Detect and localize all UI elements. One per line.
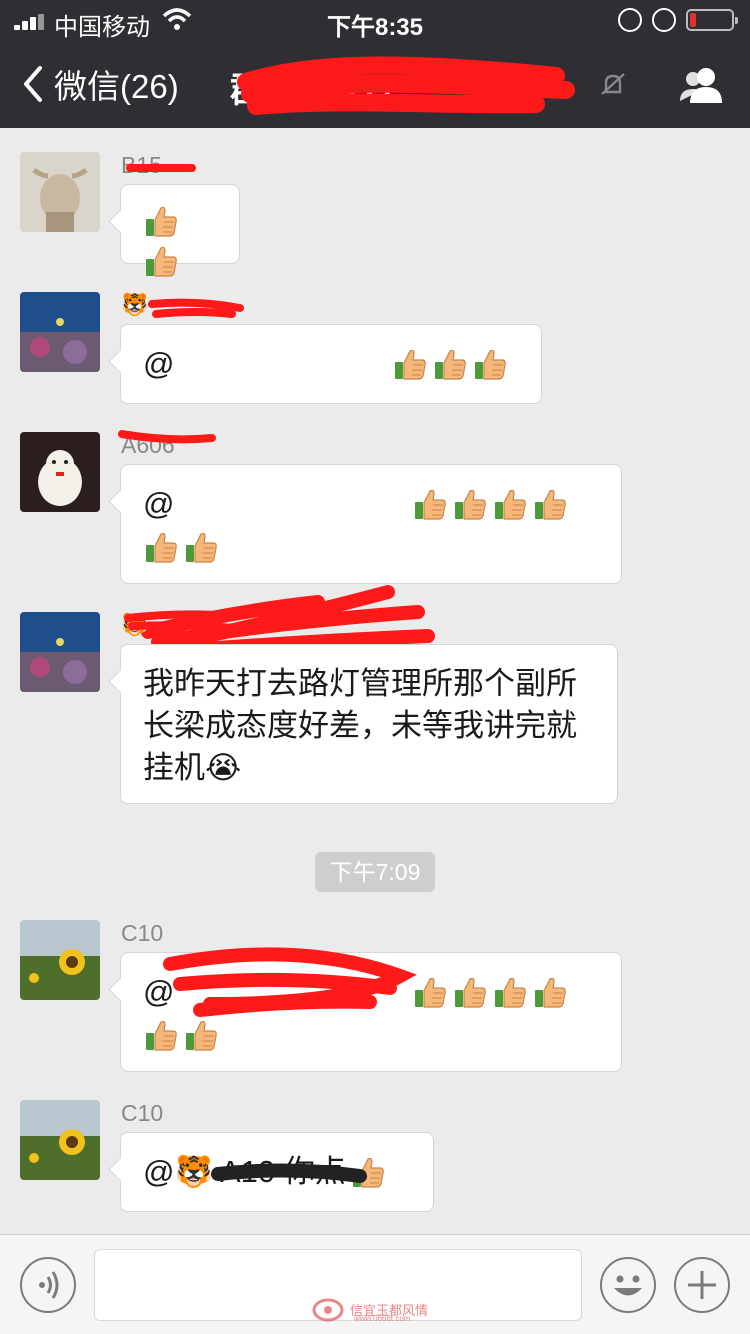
name-redaction (148, 298, 244, 318)
message-text: @ (143, 974, 175, 1009)
message-text: @ (143, 486, 175, 521)
avatar[interactable] (20, 1100, 100, 1180)
thumbs-row: @ (143, 343, 519, 385)
thumbs-up-icon (472, 346, 508, 382)
message-bubble[interactable]: @ (120, 324, 542, 404)
status-bar: 中国移动 下午8:35 (0, 0, 750, 41)
watermark-logo-icon (312, 1298, 344, 1322)
message-bubble[interactable]: 我昨天打去路灯管理所那个副所长梁成态度好差，未等我讲完就挂机😭 (120, 644, 618, 804)
avatar[interactable] (20, 612, 100, 692)
voice-icon (39, 1271, 59, 1299)
orientation-lock-icon (618, 8, 642, 32)
thumbs-up-icon (452, 486, 488, 522)
thumbs-up-icon (412, 974, 448, 1010)
thumbs-up-icon (183, 1017, 219, 1053)
thumbs-up-icon (532, 486, 568, 522)
battery-icon (686, 9, 738, 31)
chat-title: 群聊 (417) (230, 71, 392, 110)
thumbs-row (143, 203, 217, 279)
back-label: 微信(26) (54, 68, 179, 105)
mute-icon (601, 73, 625, 95)
message-text: 我昨天打去路灯管理所那个副所长梁成态度好差，未等我讲完就挂机😭 (143, 666, 577, 785)
thumbs-up-icon (452, 974, 488, 1010)
emoji-button[interactable] (600, 1257, 656, 1313)
timestamp-label: 下午7:09 (315, 852, 435, 892)
thumbs-up-icon (412, 486, 448, 522)
message-bubble[interactable]: @🐯 A10 你点 (120, 1132, 434, 1212)
thumbs-up-icon (143, 529, 179, 565)
thumbs-up-icon (492, 974, 528, 1010)
tiger-emoji-icon: 🐯 (121, 292, 149, 317)
smiley-icon (614, 1275, 642, 1296)
group-info-icon[interactable] (676, 66, 726, 104)
plus-icon (688, 1271, 716, 1299)
more-button[interactable] (674, 1257, 730, 1313)
sender-name: C10 (121, 920, 164, 946)
thumbs-up-icon (143, 1017, 179, 1053)
chevron-left-icon (24, 66, 42, 102)
thumbs-row: @🐯 A10 你点 (143, 1151, 411, 1193)
thumbs-up-icon (183, 529, 219, 565)
message-text: @🐯 A10 你点 (143, 1154, 346, 1189)
watermark-url: www.0668t.com (354, 1314, 411, 1323)
message-bubble[interactable]: @ (120, 952, 622, 1072)
thumbs-up-icon (392, 346, 428, 382)
sender-name: C10 (121, 1100, 164, 1126)
thumbs-up-icon (492, 486, 528, 522)
message-bubble[interactable] (120, 184, 240, 277)
thumbs-row: @ (143, 971, 599, 1053)
thumbs-up-icon (432, 346, 468, 382)
avatar[interactable] (20, 292, 100, 372)
sender-name: A606 (121, 432, 175, 458)
thumbs-row: @ (143, 483, 599, 565)
sender-name: B15 (121, 152, 162, 178)
message-text: @ (143, 346, 175, 381)
avatar[interactable] (20, 432, 100, 512)
thumbs-up-icon (532, 974, 568, 1010)
top-bar: 中国移动 下午8:35 微信(26) 群聊 (417) (0, 0, 750, 128)
chat-scroll-area[interactable]: B15 🐯 @ A606 @ 🐯 我昨天打去路灯管理所那个副所长梁成态度好差，未… (0, 128, 750, 1234)
back-button[interactable]: 微信(26) (18, 62, 179, 106)
alarm-icon (652, 8, 676, 32)
voice-button[interactable] (20, 1257, 76, 1313)
nav-bar: 微信(26) 群聊 (417) (0, 40, 750, 128)
avatar[interactable] (20, 920, 100, 1000)
message-bubble[interactable]: @ (120, 464, 622, 584)
thumbs-up-icon (350, 1154, 386, 1190)
thumbs-up-icon (143, 243, 179, 279)
avatar[interactable] (20, 152, 100, 232)
thumbs-up-icon (143, 203, 179, 239)
watermark: 信宜玉都风情 www.0668t.com (312, 1296, 442, 1326)
tiger-emoji-icon: 🐯 (121, 612, 149, 637)
